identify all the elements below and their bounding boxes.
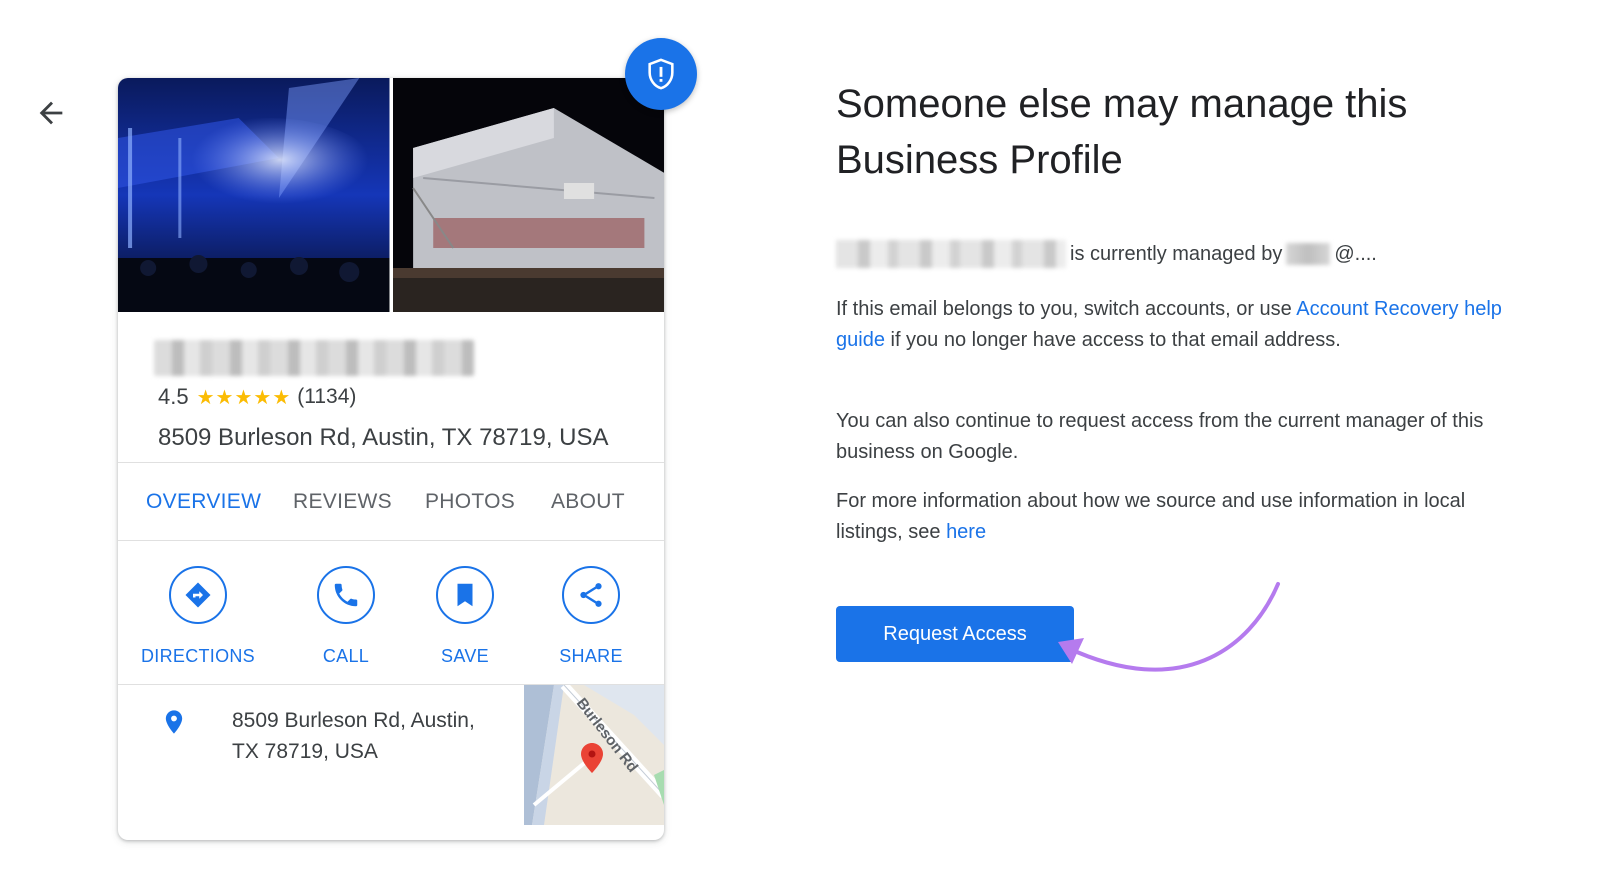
redacted-business-name <box>154 340 474 376</box>
tab-bar: OVERVIEW REVIEWS PHOTOS ABOUT <box>118 464 664 540</box>
tab-reviews[interactable]: REVIEWS <box>293 490 392 514</box>
map-thumbnail[interactable]: Burleson Rd <box>524 685 664 825</box>
managed-email-suffix: @.... <box>1334 242 1377 265</box>
business-address: 8509 Burleson Rd, Austin, TX 78719, USA <box>158 424 609 451</box>
back-button[interactable] <box>34 96 68 130</box>
redacted-business-name <box>836 240 1066 268</box>
directions-button[interactable]: DIRECTIONS <box>138 566 258 667</box>
call-button[interactable]: CALL <box>286 566 406 667</box>
annotation-arrow-icon <box>1058 582 1280 672</box>
review-count[interactable]: (1134) <box>297 385 356 409</box>
directions-icon <box>185 582 211 608</box>
tab-about[interactable]: ABOUT <box>551 490 625 514</box>
business-profile-card: 4.5 ★★★★★ (1134) 8509 Burleson Rd, Austi… <box>118 78 664 840</box>
photo-strip <box>118 78 664 312</box>
redacted-email <box>1286 243 1331 265</box>
star-rating-icon: ★★★★★ <box>196 386 292 409</box>
bookmark-icon <box>457 583 473 607</box>
shield-badge <box>625 38 697 110</box>
switch-accounts-paragraph: If this email belongs to you, switch acc… <box>836 294 1536 356</box>
directions-label: DIRECTIONS <box>140 646 255 666</box>
phone-icon <box>334 583 358 607</box>
share-label: SHARE <box>559 646 623 666</box>
share-button[interactable]: SHARE <box>531 566 651 667</box>
shield-alert-icon <box>648 58 674 90</box>
call-label: CALL <box>322 646 370 666</box>
divider <box>118 540 664 541</box>
address-detail[interactable]: 8509 Burleson Rd, Austin, TX 78719, USA <box>232 705 502 767</box>
p1-text-end: if you no longer have access to that ema… <box>884 329 1341 351</box>
venue-photo[interactable] <box>392 78 664 312</box>
request-access-button[interactable]: Request Access <box>836 606 1074 662</box>
location-pin-icon <box>165 710 183 734</box>
share-icon <box>580 583 602 607</box>
save-label: SAVE <box>441 646 489 666</box>
access-panel: Someone else may manage this Business Pr… <box>836 76 1536 543</box>
concert-photo[interactable] <box>118 78 390 312</box>
rating-value: 4.5 <box>158 384 189 409</box>
more-info-paragraph: For more information about how we source… <box>836 486 1536 548</box>
p3-text: For more information about how we source… <box>836 490 1466 543</box>
save-button[interactable]: SAVE <box>405 566 525 667</box>
action-row: DIRECTIONS CALL SAVE SHARE <box>118 542 664 684</box>
here-link[interactable]: here <box>946 521 986 543</box>
request-info-paragraph: You can also continue to request access … <box>836 410 1484 463</box>
tab-photos[interactable]: PHOTOS <box>425 490 515 514</box>
tab-overview[interactable]: OVERVIEW <box>146 490 261 514</box>
address-section: 8509 Burleson Rd, Austin, TX 78719, USA … <box>118 685 664 825</box>
managed-text: is currently managed by <box>1070 242 1283 265</box>
rating-row: 4.5 ★★★★★ (1134) <box>158 384 356 410</box>
arrow-left-icon <box>39 101 63 125</box>
managed-by-row: is currently managed by @.... <box>836 240 1377 268</box>
page-title: Someone else may manage this Business Pr… <box>836 82 1408 182</box>
divider <box>118 462 664 463</box>
p1-text: If this email belongs to you, switch acc… <box>836 298 1297 320</box>
